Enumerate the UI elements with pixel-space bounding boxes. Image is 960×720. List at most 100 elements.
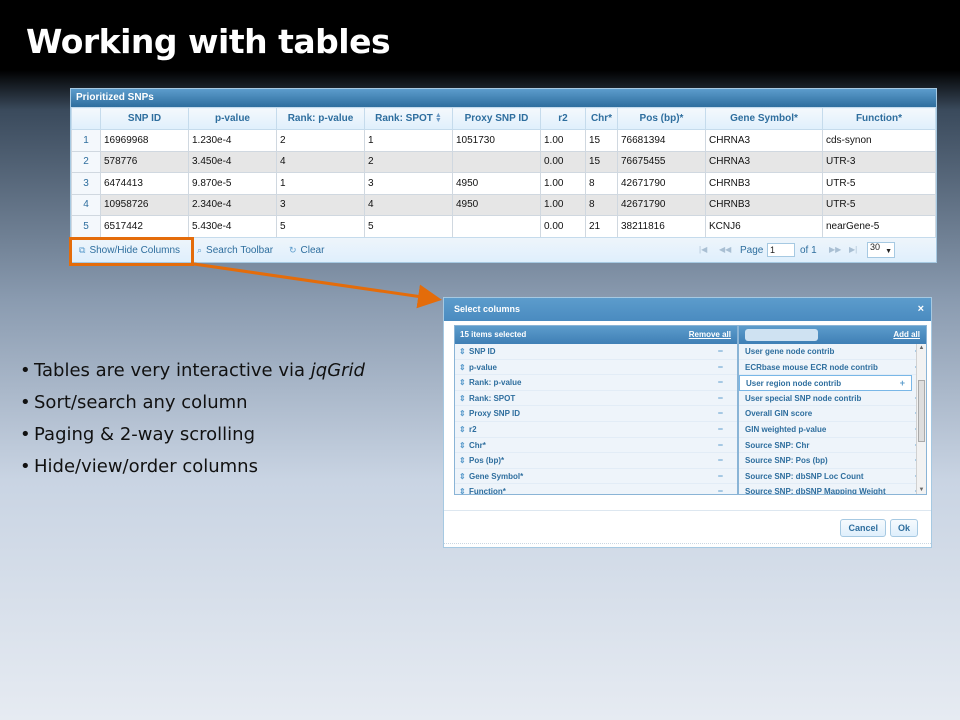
selected-column-item[interactable]: ⇕ Function* −	[455, 484, 737, 494]
close-icon[interactable]: ×	[918, 298, 924, 321]
selected-column-item[interactable]: ⇕ Rank: SPOT −	[455, 391, 737, 407]
column-header[interactable]: SNP ID	[100, 107, 189, 130]
table-cell: 38211816	[617, 215, 706, 238]
drag-handle-icon[interactable]: ⇕	[459, 438, 466, 453]
selected-column-item[interactable]: ⇕ Gene Symbol* −	[455, 469, 737, 485]
remove-icon[interactable]: −	[718, 375, 723, 390]
table-row[interactable]: 2 578776 3.450e-4 4 2 0.00 15 76675455 CHRNA3 UTR…	[71, 150, 936, 173]
drag-handle-icon[interactable]: ⇕	[459, 406, 466, 421]
available-column-item[interactable]: Overall GIN score+	[739, 406, 926, 422]
table-cell: 2	[276, 129, 365, 152]
table-cell: 3	[364, 172, 453, 195]
selected-column-item[interactable]: ⇕ SNP ID −	[455, 344, 737, 360]
remove-icon[interactable]: −	[718, 438, 723, 453]
first-page-icon[interactable]: |◀	[699, 245, 707, 254]
prev-page-icon[interactable]: ◀◀	[719, 245, 731, 254]
column-header[interactable]: Proxy SNP ID	[452, 107, 541, 130]
clear-button[interactable]: ↻ Clear	[289, 245, 324, 256]
drag-handle-icon[interactable]: ⇕	[459, 391, 466, 406]
add-all-link[interactable]: Add all	[893, 326, 920, 343]
table-cell: UTR-5	[822, 172, 936, 195]
column-header[interactable]: Gene Symbol*	[705, 107, 823, 130]
table-cell: 3	[276, 193, 365, 216]
available-scrollbar[interactable]: ▲ ▼	[916, 344, 926, 494]
row-number: 3	[71, 172, 101, 195]
show-hide-highlight	[69, 237, 194, 266]
drag-handle-icon[interactable]: ⇕	[459, 453, 466, 468]
remove-icon[interactable]: −	[718, 406, 723, 421]
column-header[interactable]: Pos (bp)*	[617, 107, 706, 130]
table-row[interactable]: 4 10958726 2.340e-4 3 4 4950 1.00 8 42671790 CHRN…	[71, 193, 936, 216]
table-cell: nearGene-5	[822, 215, 936, 238]
search-toolbar-button[interactable]: ⌕ Search Toolbar	[197, 245, 273, 256]
table-cell: 2.340e-4	[188, 193, 277, 216]
table-cell: CHRNB3	[705, 172, 823, 195]
search-toolbar-label: Search Toolbar	[206, 245, 274, 256]
snp-table: SNP ID p-value Rank: p-value Rank: SPOT ▲ ▼ Pr…	[71, 107, 936, 238]
available-column-item[interactable]: Source SNP: Pos (bp)+	[739, 453, 926, 469]
page-number-input[interactable]: 1	[767, 243, 795, 257]
remove-icon[interactable]: −	[718, 391, 723, 406]
remove-all-link[interactable]: Remove all	[689, 326, 731, 343]
remove-icon[interactable]: −	[718, 422, 723, 437]
scroll-up-icon[interactable]: ▲	[917, 345, 926, 351]
sort-icon[interactable]: ▲ ▼	[435, 112, 442, 124]
drag-handle-icon[interactable]: ⇕	[459, 360, 466, 375]
remove-icon[interactable]: −	[718, 453, 723, 468]
remove-icon[interactable]: −	[718, 360, 723, 375]
table-body: 1 16969968 1.230e-4 2 1 1051730 1.00 15 76681394…	[71, 129, 936, 238]
last-page-icon[interactable]: ▶|	[849, 245, 857, 254]
add-icon[interactable]: +	[900, 376, 905, 391]
available-column-item[interactable]: ECRbase mouse ECR node contrib+	[739, 360, 926, 376]
selected-column-item[interactable]: ⇕ p-value −	[455, 360, 737, 376]
available-column-item[interactable]: User region node contrib +	[739, 375, 912, 391]
table-cell	[452, 215, 541, 238]
cancel-button[interactable]: Cancel	[840, 519, 886, 537]
drag-handle-icon[interactable]: ⇕	[459, 469, 466, 484]
next-page-icon[interactable]: ▶▶	[829, 245, 841, 254]
available-column-item[interactable]: User gene node contrib+	[739, 344, 926, 360]
table-cell: 8	[585, 193, 618, 216]
drag-handle-icon[interactable]: ⇕	[459, 484, 466, 494]
row-number: 4	[71, 193, 101, 216]
column-header[interactable]: r2	[540, 107, 586, 130]
table-row[interactable]: 1 16969968 1.230e-4 2 1 1051730 1.00 15 76681394…	[71, 129, 936, 152]
page-label: Page	[740, 245, 764, 256]
drag-handle-icon[interactable]: ⇕	[459, 422, 466, 437]
available-search-input[interactable]	[745, 329, 818, 341]
column-header[interactable]: Rank: p-value	[276, 107, 365, 130]
available-column-item[interactable]: Source SNP: dbSNP Mapping Weight+	[739, 484, 926, 494]
available-columns-header: Add all	[739, 326, 926, 344]
remove-icon[interactable]: −	[718, 469, 723, 484]
table-cell: 6517442	[100, 215, 189, 238]
available-column-item[interactable]: Source SNP: dbSNP Loc Count+	[739, 469, 926, 485]
selected-column-item[interactable]: ⇕ r2−	[455, 422, 737, 438]
drag-handle-icon[interactable]: ⇕	[459, 344, 466, 359]
selected-column-item[interactable]: ⇕ Rank: p-value −	[455, 375, 737, 391]
table-cell: 1.00	[540, 172, 586, 195]
available-column-item[interactable]: User special SNP node contrib+	[739, 391, 926, 407]
ok-button[interactable]: Ok	[889, 519, 918, 537]
selected-column-item[interactable]: ⇕ Proxy SNP ID −	[455, 406, 737, 422]
table-cell: 6474413	[100, 172, 189, 195]
column-header[interactable]: Function*	[822, 107, 936, 130]
table-cell: 3.450e-4	[188, 150, 277, 173]
selected-column-item[interactable]: ⇕ Chr* −	[455, 438, 737, 454]
scroll-down-icon[interactable]: ▼	[917, 487, 926, 493]
table-cell: 5	[276, 215, 365, 238]
table-row[interactable]: 3 6474413 9.870e-5 1 3 4950 1.00 8 42671790 CHRNB…	[71, 172, 936, 195]
remove-icon[interactable]: −	[718, 344, 723, 359]
available-column-item[interactable]: Source SNP: Chr+	[739, 438, 926, 454]
search-icon: ⌕	[197, 245, 203, 255]
table-row[interactable]: 5 6517442 5.430e-4 5 5 0.00 21 38211816 KCNJ6 nea…	[71, 215, 936, 238]
drag-handle-icon[interactable]: ⇕	[459, 375, 466, 390]
bullet-item: Tables are very interactive via jqGrid	[20, 355, 365, 387]
rows-per-page-select[interactable]: 30 ▼	[867, 242, 895, 258]
selected-column-item[interactable]: ⇕ Pos (bp)* −	[455, 453, 737, 469]
column-header[interactable]: Chr*	[585, 107, 618, 130]
available-column-item[interactable]: GIN weighted p-value+	[739, 422, 926, 438]
column-header[interactable]: Rank: SPOT ▲ ▼	[364, 107, 453, 130]
column-header[interactable]: p-value	[188, 107, 277, 130]
scroll-thumb[interactable]	[918, 380, 925, 442]
remove-icon[interactable]: −	[718, 484, 723, 494]
